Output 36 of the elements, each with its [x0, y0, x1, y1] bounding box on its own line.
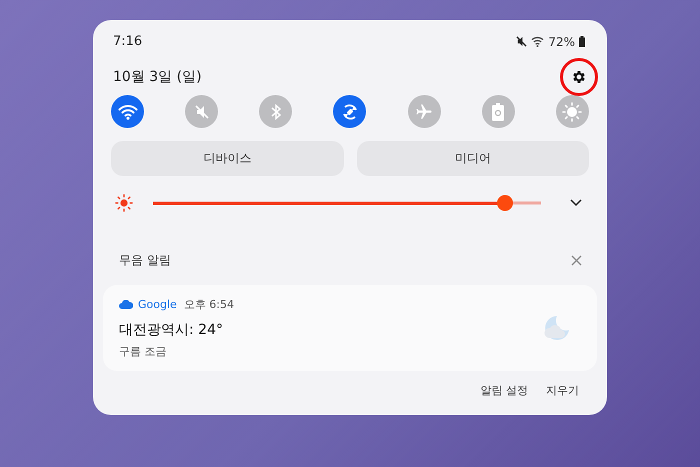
quick-toggle[interactable] [111, 95, 144, 128]
brightness-icon [115, 194, 133, 212]
notification-card[interactable]: Google 오후 6:54 대전광역시: 24° 구름 조금 [103, 285, 597, 371]
close-button[interactable] [571, 254, 583, 266]
date-text: 10월 3일 (일) [113, 68, 202, 86]
quick-toggle[interactable] [482, 95, 515, 128]
status-time: 7:16 [113, 34, 142, 49]
notification-title: 대전광역시: 24° [119, 321, 224, 339]
battery-percent: 72% [548, 34, 575, 48]
quick-toggle[interactable] [408, 95, 441, 128]
output-button[interactable]: 미디어 [356, 141, 589, 176]
wifi-icon [531, 36, 544, 47]
brightness-icon [562, 102, 582, 122]
footer-button[interactable]: 알림 설정 [476, 379, 532, 402]
footer-button[interactable]: 지우기 [542, 379, 583, 402]
airplane-icon [415, 102, 434, 120]
quick-toggle[interactable] [556, 95, 589, 128]
output-button[interactable]: 디바이스 [111, 141, 344, 176]
notification-text: 구름 조금 [119, 344, 168, 359]
rotate-icon [340, 102, 359, 120]
battery-icon [492, 102, 504, 120]
wifi-icon [118, 104, 138, 120]
quick-toggle[interactable] [333, 95, 366, 128]
quick-toggle[interactable] [259, 95, 292, 128]
mute-icon [194, 104, 210, 120]
notification-time: 오후 6:54 [184, 297, 234, 312]
expand-button[interactable] [569, 198, 583, 208]
slider-thumb[interactable] [496, 195, 513, 211]
app-name: Google [138, 298, 177, 311]
moon-cloud-icon [543, 314, 571, 342]
bluetooth-icon [270, 104, 281, 120]
mute-icon [516, 36, 528, 47]
quick-toggle[interactable] [185, 95, 218, 128]
battery-icon [579, 36, 585, 47]
cloud-icon [119, 300, 133, 309]
section-title: 무음 알림 [119, 252, 171, 269]
